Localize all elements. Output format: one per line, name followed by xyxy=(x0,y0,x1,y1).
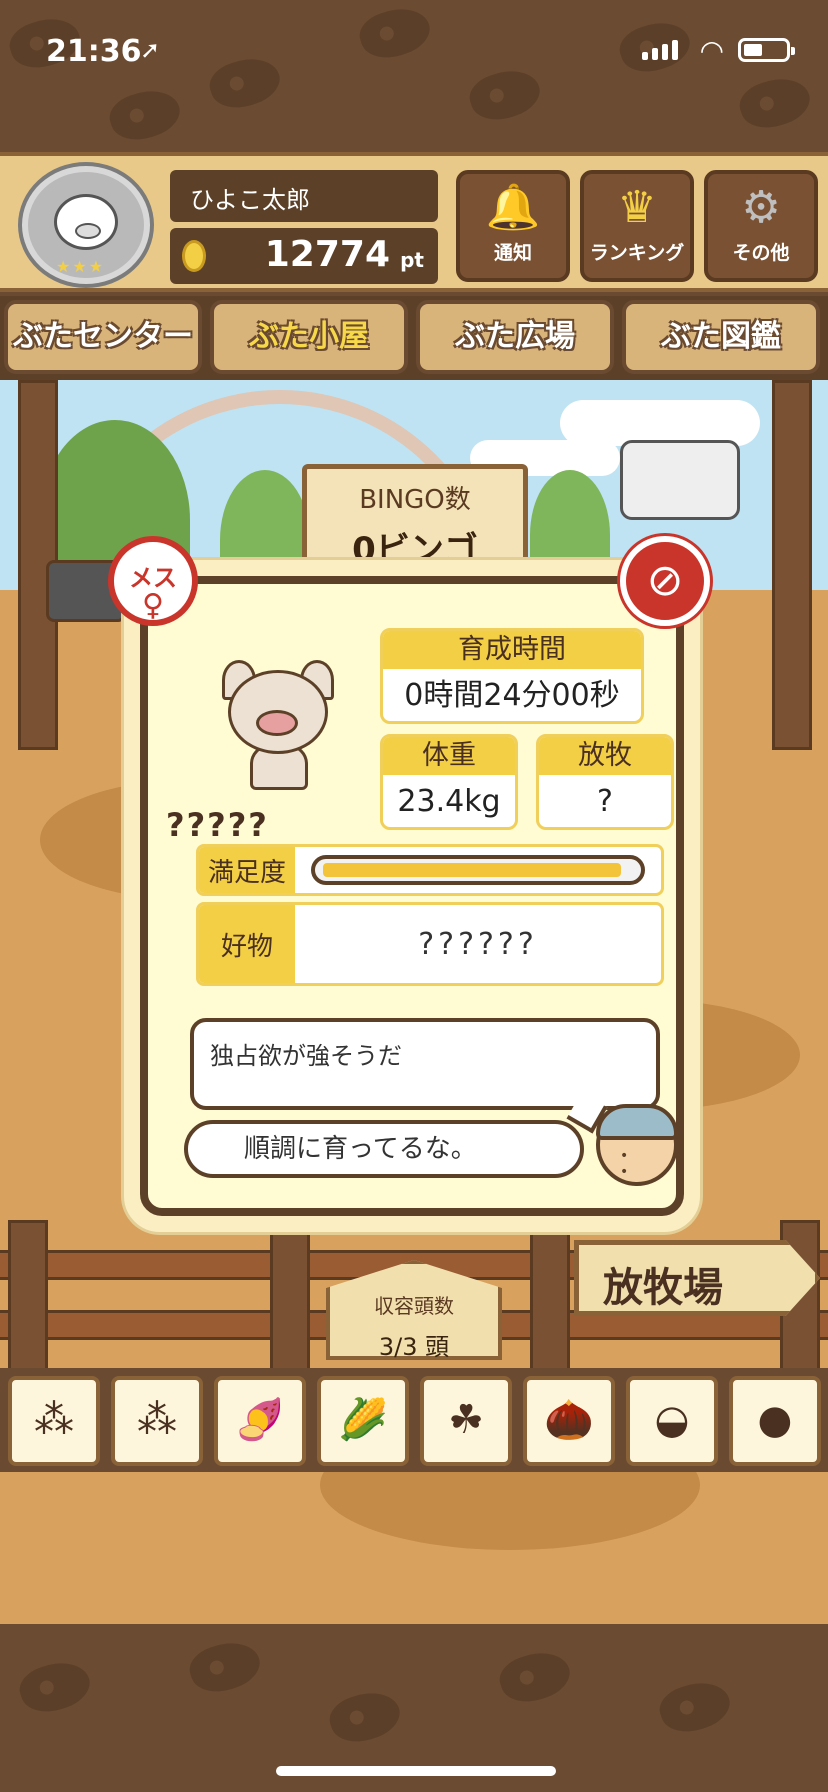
grain-plate-icon: ◒ xyxy=(654,1397,690,1443)
growth-time-label: 育成時間 xyxy=(383,631,641,669)
gear-icon: ⚙ xyxy=(741,182,781,233)
pig-detail-popup[interactable]: ????? 育成時間 0時間24分00秒 体重 23.4kg 放牧 ? 満足度 … xyxy=(124,560,700,1232)
tab-buta-hut[interactable]: ぶた小屋 xyxy=(210,300,408,374)
feed-grain-pile[interactable]: ⁂ xyxy=(8,1376,100,1466)
growth-time-value: 0時間24分00秒 xyxy=(404,678,620,713)
favorite-value: ?????? xyxy=(418,926,538,962)
feed-beans[interactable]: ☘ xyxy=(420,1376,512,1466)
status-time: 21:36 xyxy=(46,34,142,69)
capacity-label: 収容頭数 xyxy=(374,1294,454,1318)
player-avatar[interactable]: ★★★ xyxy=(22,166,150,284)
location-arrow-icon: ➚ xyxy=(140,36,161,64)
truck xyxy=(620,440,740,520)
gate-post-right xyxy=(772,380,812,750)
grazing-value: ? xyxy=(597,784,613,819)
rank-stars-icon: ★★★ xyxy=(56,257,106,276)
ranking-label: ランキング xyxy=(589,242,685,264)
satisfaction-label: 満足度 xyxy=(199,847,295,893)
dark-balls-plate-icon: ● xyxy=(757,1397,793,1443)
notification-label: 通知 xyxy=(493,242,532,264)
beans-icon: ☘ xyxy=(448,1397,484,1443)
favorite-row: 好物 ?????? xyxy=(196,902,664,986)
feed-sweet-potato[interactable]: 🍠 xyxy=(214,1376,306,1466)
feed-bar: ⁂ ⁂ 🍠 🌽 ☘ 🌰 ◒ ● xyxy=(0,1368,828,1472)
farmer-comment-bubble: 順調に育ってるな。 xyxy=(184,1120,584,1178)
grain-pile-icon: ⁂ xyxy=(34,1397,74,1443)
trait-speech-bubble: 独占欲が強そうだ xyxy=(190,1018,660,1110)
growth-time-stat: 育成時間 0時間24分00秒 xyxy=(380,628,644,724)
home-indicator[interactable] xyxy=(276,1766,556,1776)
notification-button[interactable]: 🔔 通知 xyxy=(456,170,570,282)
other-label: その他 xyxy=(732,242,790,264)
feed-grain-plate[interactable]: ◒ xyxy=(626,1376,718,1466)
pig-portrait xyxy=(218,660,338,790)
player-header: ★★★ ひよこ太郎 12774 pt 🔔 通知 ♛ ランキング ⚙ その他 xyxy=(0,152,828,292)
status-bar: 21:36 ➚ ◠ xyxy=(0,0,828,100)
favorite-label: 好物 xyxy=(199,905,295,983)
satisfaction-bar-fill xyxy=(323,863,621,877)
tab-buta-center[interactable]: ぶたセンター xyxy=(4,300,202,374)
no-injection-icon: ⊘ xyxy=(646,555,684,606)
bingo-sign[interactable]: BINGO数 0ビンゴ xyxy=(302,464,528,574)
feed-acorn[interactable]: 🌰 xyxy=(523,1376,615,1466)
feed-dark-balls[interactable]: ● xyxy=(729,1376,821,1466)
battery-icon xyxy=(738,38,795,62)
other-button[interactable]: ⚙ その他 xyxy=(704,170,818,282)
satisfaction-row: 満足度 xyxy=(196,844,664,896)
corn-icon: 🌽 xyxy=(338,1397,388,1443)
points-box: 12774 pt xyxy=(170,228,438,284)
no-injection-badge: ⊘ xyxy=(620,536,710,626)
pig-detail-panel: ????? 育成時間 0時間24分00秒 体重 23.4kg 放牧 ? 満足度 … xyxy=(140,576,684,1216)
main-nav: ぶたセンター ぶた小屋 ぶた広場 ぶた図鑑 xyxy=(0,296,828,380)
female-symbol-icon: ♀ xyxy=(142,588,164,623)
satisfaction-bar xyxy=(311,855,645,885)
points-unit: pt xyxy=(400,248,424,272)
farmer-avatar: • • xyxy=(596,1104,678,1186)
player-name: ひよこ太郎 xyxy=(170,170,438,222)
bingo-label: BINGO数 xyxy=(359,485,471,515)
pig-face-icon xyxy=(54,194,118,250)
feed-corn[interactable]: 🌽 xyxy=(317,1376,409,1466)
female-badge: メス ♀ xyxy=(108,536,198,626)
weight-label: 体重 xyxy=(383,737,515,775)
grazing-stat: 放牧 ? xyxy=(536,734,674,830)
coin-icon xyxy=(182,240,206,272)
wifi-icon: ◠ xyxy=(699,34,724,67)
mixed-grain-icon: ⁂ xyxy=(137,1397,177,1443)
sweet-potato-icon: 🍠 xyxy=(235,1397,285,1443)
capacity-value: 3/3 頭 xyxy=(378,1333,450,1361)
fence-post xyxy=(8,1220,48,1380)
points-value: 12774 xyxy=(264,234,390,275)
feed-mixed-grain[interactable]: ⁂ xyxy=(111,1376,203,1466)
acorn-icon: 🌰 xyxy=(544,1397,594,1443)
weight-value: 23.4kg xyxy=(397,784,501,819)
fence-post xyxy=(530,1220,570,1380)
tab-buta-encyclopedia[interactable]: ぶた図鑑 xyxy=(622,300,820,374)
crown-icon: ♛ xyxy=(617,182,657,233)
cellular-signal-icon xyxy=(642,40,678,60)
pasture-sign-button[interactable]: 放牧場 xyxy=(574,1240,820,1316)
weight-stat: 体重 23.4kg xyxy=(380,734,518,830)
ranking-button[interactable]: ♛ ランキング xyxy=(580,170,694,282)
pig-name: ????? xyxy=(166,806,269,844)
fence-post xyxy=(270,1220,310,1380)
tab-buta-plaza[interactable]: ぶた広場 xyxy=(416,300,614,374)
grazing-label: 放牧 xyxy=(539,737,671,775)
bell-icon: 🔔 xyxy=(485,182,541,233)
